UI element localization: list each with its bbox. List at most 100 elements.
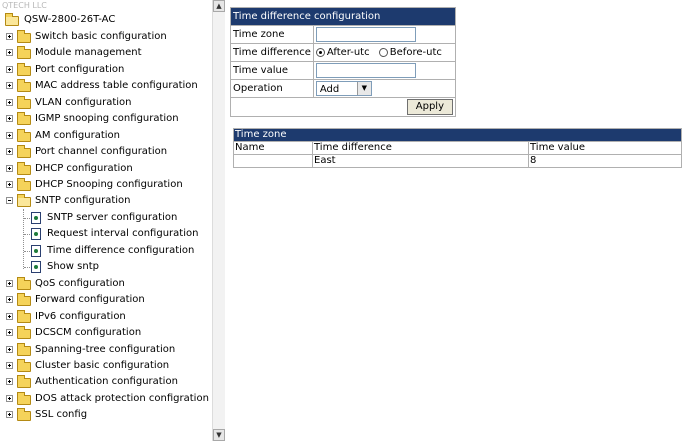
expand-icon[interactable] [6,148,13,155]
folder-icon [17,408,31,421]
tree-item-module-management[interactable]: Module management [0,45,212,61]
cell-time-difference: East [312,154,529,168]
page-icon [31,245,41,257]
tree-item-qos-configuration[interactable]: QoS configuration [0,276,212,292]
tree-item-label: Cluster basic configuration [35,360,170,371]
tree-item-label: Request interval configuration [47,228,199,239]
before-utc-label: Before-utc [389,47,442,58]
page-icon [31,228,41,240]
tree-item-sntp-configuration[interactable]: SNTP configuration [0,193,212,209]
collapse-icon[interactable] [6,197,13,204]
folder-icon [17,277,31,290]
tree-item-label: DCSCM configuration [35,327,142,338]
tree-item-dhcp-configuration[interactable]: DHCP configuration [0,161,212,177]
folder-icon [17,30,31,43]
expand-icon[interactable] [6,346,13,353]
operation-select[interactable]: Add ▼ [315,81,372,96]
tree-item-label: DHCP configuration [35,163,133,174]
expand-icon[interactable] [6,395,13,402]
tree-item-igmp-snooping-configuration[interactable]: IGMP snooping configuration [0,111,212,127]
expand-icon[interactable] [6,165,13,172]
tree-item-time-difference-configuration[interactable]: Time difference configuration [0,243,212,259]
tree-item-switch-basic-configuration[interactable]: Switch basic configuration [0,29,212,45]
tree-item-dcscm-configuration[interactable]: DCSCM configuration [0,325,212,341]
expand-icon[interactable] [6,296,13,303]
expand-icon[interactable] [6,82,13,89]
tree-root-label: QSW-2800-26T-AC [24,14,116,25]
expand-icon[interactable] [6,132,13,139]
time-zone-label: Time zone [230,25,314,44]
tree-item-label: Authentication configuration [35,376,178,387]
tree-item-sntp-server-configuration[interactable]: SNTP server configuration [0,210,212,226]
tree-item-label: Switch basic configuration [35,31,167,42]
expand-icon[interactable] [6,66,13,73]
tree-item-ssl-config[interactable]: SSL config [0,407,212,423]
folder-icon [17,293,31,306]
tree-item-cluster-basic-configuration[interactable]: Cluster basic configuration [0,358,212,374]
folder-icon [17,46,31,59]
expand-icon[interactable] [6,115,13,122]
tree-item-label: IGMP snooping configuration [35,113,179,124]
column-header-time-value: Time value [528,141,682,155]
time-value-input[interactable] [315,63,416,78]
scroll-up-button[interactable]: ▲ [213,0,225,12]
tree-item-ipv6-configuration[interactable]: IPv6 configuration [0,309,212,325]
expand-icon[interactable] [6,411,13,418]
tree-item-spanning-tree-configuration[interactable]: Spanning-tree configuration [0,342,212,358]
tree-item-authentication-configuration[interactable]: Authentication configuration [0,374,212,390]
folder-icon [17,96,31,109]
table-title: Time zone [233,128,682,142]
tree-item-mac-address-table-configuration[interactable]: MAC address table configuration [0,78,212,94]
expand-icon[interactable] [6,33,13,40]
tree-item-port-configuration[interactable]: Port configuration [0,62,212,78]
tree-item-label: Port configuration [35,64,125,75]
tree-item-dos-attack-protection-configration[interactable]: DOS attack protection configration [0,391,212,407]
time-difference-form: Time difference configuration Time zone … [230,7,457,117]
table-row[interactable]: East 8 [233,154,682,168]
tree-root[interactable]: QSW-2800-26T-AC [0,12,200,28]
folder-icon [17,392,31,405]
apply-button[interactable]: Apply [406,99,453,115]
tree-item-vlan-configuration[interactable]: VLAN configuration [0,95,212,111]
folder-icon [17,178,31,191]
tree-item-dhcp-snooping-configuration[interactable]: DHCP Snooping configuration [0,177,212,193]
navigation-tree: QTECH LLC QSW-2800-26T-AC Switch basic c… [0,0,212,441]
before-utc-option[interactable]: Before-utc [378,47,442,58]
brand-label: QTECH LLC [2,1,47,10]
folder-icon [17,63,31,76]
radio-selected-icon[interactable] [315,47,325,57]
expand-icon[interactable] [6,280,13,287]
expand-icon[interactable] [6,378,13,385]
tree-item-label: SNTP server configuration [47,212,178,223]
tree-connector [24,251,30,252]
folder-icon [17,343,31,356]
column-header-name: Name [233,141,313,155]
time-zone-table: Time zone Name Time difference Time valu… [233,128,682,168]
tree-item-label: Forward configuration [35,294,145,305]
expand-icon[interactable] [6,99,13,106]
after-utc-label: After-utc [326,47,370,58]
time-zone-input[interactable] [315,27,416,42]
after-utc-option[interactable]: After-utc [315,47,370,58]
cell-name [233,154,313,168]
expand-icon[interactable] [6,181,13,188]
tree-connector [24,234,30,235]
tree-item-forward-configuration[interactable]: Forward configuration [0,292,212,308]
scroll-down-button[interactable]: ▼ [213,429,225,441]
content-frame: Time difference configuration Time zone … [226,0,686,441]
tree-item-am-configuration[interactable]: AM configuration [0,128,212,144]
tree-item-label: AM configuration [35,130,120,141]
tree-item-label: Time difference configuration [47,245,195,256]
tree-scrollbar[interactable]: ▲ ▼ [212,0,225,441]
expand-icon[interactable] [6,49,13,56]
tree-item-show-sntp[interactable]: Show sntp [0,259,212,275]
tree-item-port-channel-configuration[interactable]: Port channel configuration [0,144,212,160]
radio-icon[interactable] [378,47,388,57]
expand-icon[interactable] [6,329,13,336]
expand-icon[interactable] [6,362,13,369]
page-icon [31,212,41,224]
folder-icon [17,145,31,158]
expand-icon[interactable] [6,313,13,320]
tree-item-request-interval-configuration[interactable]: Request interval configuration [0,226,212,242]
chevron-down-icon[interactable]: ▼ [356,82,371,95]
